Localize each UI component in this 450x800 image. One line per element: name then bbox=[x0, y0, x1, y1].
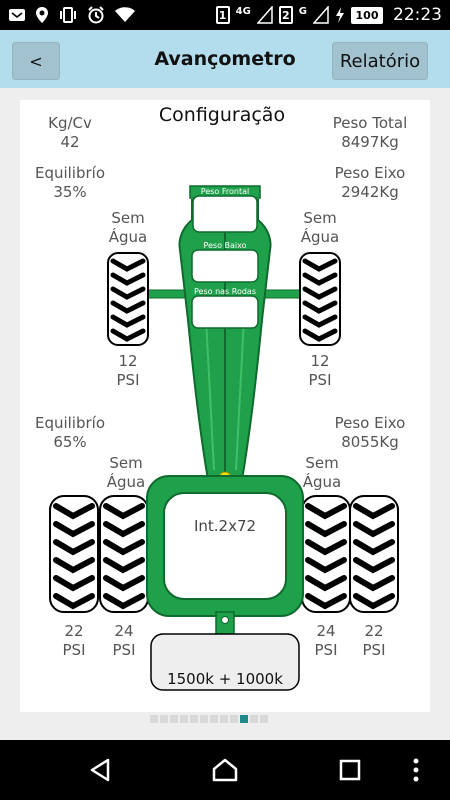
pressure-value: 22 bbox=[64, 622, 84, 640]
pressure-unit: PSI bbox=[116, 371, 140, 389]
front-left-pressure[interactable]: 12 PSI bbox=[100, 352, 156, 390]
front-balance-value: 35% bbox=[53, 183, 87, 201]
kg-cv-stat: Kg/Cv 42 bbox=[30, 114, 110, 152]
page-dot[interactable] bbox=[230, 715, 238, 723]
nav-home-button[interactable] bbox=[195, 740, 255, 800]
front-right-ballast[interactable]: Sem Água bbox=[292, 209, 348, 247]
rear-outer-right-tire bbox=[350, 496, 398, 612]
rear-axle-value: 8055Kg bbox=[341, 433, 399, 451]
page-dot[interactable] bbox=[190, 715, 198, 723]
total-weight-stat: Peso Total 8497Kg bbox=[322, 114, 418, 152]
front-balance-label: Equilibrío bbox=[34, 164, 106, 182]
front-left-tire bbox=[108, 253, 148, 345]
page-dot[interactable] bbox=[170, 715, 178, 723]
ballast-text: Sem bbox=[305, 454, 339, 472]
front-right-pressure[interactable]: 12 PSI bbox=[292, 352, 348, 390]
wheel-weight-label: Peso nas Rodas bbox=[194, 287, 256, 296]
rear-inner-left-tire bbox=[100, 496, 148, 612]
nav-bar bbox=[0, 740, 450, 800]
nav-back-button[interactable] bbox=[70, 740, 130, 800]
front-axle-label: Peso Eixo bbox=[334, 164, 406, 182]
pressure-unit: PSI bbox=[112, 641, 136, 659]
pressure-value: 22 bbox=[364, 622, 384, 640]
page-dot-active[interactable] bbox=[240, 715, 248, 723]
pressure-unit: PSI bbox=[362, 641, 386, 659]
front-weight-box[interactable] bbox=[192, 195, 258, 233]
rear-balance-label: Equilibrío bbox=[34, 414, 106, 432]
front-axle-stat: Peso Eixo 2942Kg bbox=[326, 164, 414, 202]
front-axle-value: 2942Kg bbox=[341, 183, 399, 201]
home-icon bbox=[212, 758, 238, 782]
kg-cv-value: 42 bbox=[60, 133, 80, 151]
rear-inner-right-pressure[interactable]: 24 PSI bbox=[300, 622, 352, 660]
total-weight-label: Peso Total bbox=[332, 114, 408, 132]
rear-outer-left-tire bbox=[50, 496, 98, 612]
ballast-text: Sem bbox=[303, 209, 337, 227]
page-dot[interactable] bbox=[160, 715, 168, 723]
page-dot[interactable] bbox=[250, 715, 258, 723]
page-dot[interactable] bbox=[180, 715, 188, 723]
rear-balance-value: 65% bbox=[53, 433, 87, 451]
page-dot[interactable] bbox=[150, 715, 158, 723]
rear-outer-right-pressure[interactable]: 22 PSI bbox=[348, 622, 400, 660]
page-indicator bbox=[150, 715, 268, 723]
pressure-unit: PSI bbox=[308, 371, 332, 389]
config-title: Configuração bbox=[158, 104, 286, 126]
pressure-value: 12 bbox=[118, 352, 138, 370]
page-dot[interactable] bbox=[220, 715, 228, 723]
kg-cv-label: Kg/Cv bbox=[48, 114, 92, 132]
wheel-weight-box[interactable] bbox=[191, 295, 259, 329]
front-weight-label: Peso Frontal bbox=[201, 187, 249, 196]
ballast-text: Sem bbox=[111, 209, 145, 227]
rear-balance-stat: Equilibrío 65% bbox=[28, 414, 112, 452]
rear-inner-right-tire bbox=[302, 496, 350, 612]
rear-axle-stat: Peso Eixo 8055Kg bbox=[326, 414, 414, 452]
pressure-unit: PSI bbox=[314, 641, 338, 659]
front-left-ballast[interactable]: Sem Água bbox=[100, 209, 156, 247]
pressure-unit: PSI bbox=[62, 641, 86, 659]
rear-left-ballast[interactable]: Sem Água bbox=[98, 454, 154, 492]
ballast-text: Água bbox=[108, 228, 148, 246]
rear-outer-left-pressure[interactable]: 22 PSI bbox=[48, 622, 100, 660]
rear-inner-left-pressure[interactable]: 24 PSI bbox=[98, 622, 150, 660]
cab-box[interactable] bbox=[163, 492, 287, 600]
more-vert-icon bbox=[413, 758, 419, 782]
front-right-tire bbox=[300, 253, 340, 345]
square-recents-icon bbox=[339, 759, 361, 781]
ballast-text: Sem bbox=[109, 454, 143, 472]
lower-weight-label: Peso Baixo bbox=[203, 241, 246, 250]
rear-right-ballast[interactable]: Sem Água bbox=[294, 454, 350, 492]
triangle-back-icon bbox=[90, 758, 110, 782]
ballast-text: Água bbox=[106, 473, 146, 491]
total-weight-value: 8497Kg bbox=[341, 133, 399, 151]
page-dot[interactable] bbox=[260, 715, 268, 723]
page-dot[interactable] bbox=[210, 715, 218, 723]
nav-recents-button[interactable] bbox=[320, 740, 380, 800]
ballast-text: Água bbox=[300, 228, 340, 246]
pressure-value: 24 bbox=[316, 622, 336, 640]
cab-label: Int.2x72 bbox=[193, 517, 257, 535]
nav-menu-button[interactable] bbox=[396, 740, 436, 800]
rear-axle-label: Peso Eixo bbox=[334, 414, 406, 432]
page-dot[interactable] bbox=[200, 715, 208, 723]
front-balance-stat: Equilibrío 35% bbox=[28, 164, 112, 202]
lower-weight-box[interactable] bbox=[191, 249, 259, 283]
pressure-value: 12 bbox=[310, 352, 330, 370]
pressure-value: 24 bbox=[114, 622, 134, 640]
hitch-weight-label: 1500k + 1000k bbox=[167, 670, 283, 688]
ballast-text: Água bbox=[302, 473, 342, 491]
